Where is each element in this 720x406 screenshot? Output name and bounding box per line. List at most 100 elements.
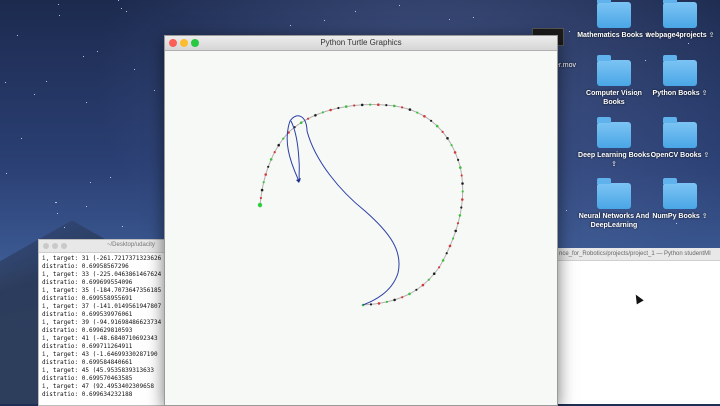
target-point bbox=[262, 181, 265, 184]
turtle-graphics-window[interactable]: Python Turtle Graphics bbox=[164, 35, 558, 406]
target-point bbox=[460, 174, 463, 177]
target-point bbox=[408, 108, 412, 111]
star bbox=[566, 210, 567, 211]
target-point bbox=[456, 222, 460, 225]
terminal-line: i, target: 47 (92.4953402309658 bbox=[42, 383, 154, 390]
target-point bbox=[445, 252, 448, 255]
folder-icon bbox=[597, 178, 631, 209]
close-button[interactable] bbox=[43, 243, 49, 249]
target-point bbox=[450, 144, 453, 147]
star bbox=[122, 226, 123, 227]
desktop-folder-python-books[interactable]: Python Books ⇪ bbox=[641, 55, 719, 98]
star bbox=[688, 43, 689, 44]
target-point bbox=[421, 283, 425, 287]
target-point bbox=[385, 300, 388, 303]
target-point bbox=[459, 166, 462, 169]
terminal-line: distratio: 0.699699554096 bbox=[42, 279, 133, 286]
target-point bbox=[401, 296, 404, 299]
target-point bbox=[401, 106, 404, 109]
terminal-line: distratio: 0.699570463585 bbox=[42, 375, 133, 382]
target-point bbox=[441, 259, 445, 262]
target-point bbox=[460, 206, 463, 209]
terminal-line: distratio: 0.699584840661 bbox=[42, 359, 133, 366]
zoom-button[interactable] bbox=[61, 243, 67, 249]
star bbox=[324, 20, 325, 21]
turtle-cursor-icon bbox=[296, 178, 301, 183]
target-point bbox=[321, 111, 324, 114]
target-point bbox=[264, 173, 267, 176]
target-point bbox=[435, 124, 439, 128]
star bbox=[58, 4, 59, 5]
desktop-folder-webpage4projects[interactable]: webpage4projects ⇪ bbox=[641, 0, 719, 40]
target-point bbox=[454, 229, 458, 233]
folder-icon bbox=[663, 0, 697, 28]
terminal-title: nce_for_Robotics/projects/project_1 — Py… bbox=[557, 248, 720, 261]
target-point bbox=[282, 137, 285, 140]
icloud-icon: ⇪ bbox=[701, 90, 708, 97]
star bbox=[57, 213, 58, 214]
star bbox=[154, 90, 155, 91]
target-point bbox=[377, 302, 381, 305]
target-point bbox=[353, 104, 356, 107]
terminal-window-left[interactable]: ~/Desktop/udacity i, target: 31 (-261.72… bbox=[38, 239, 168, 406]
target-point bbox=[277, 143, 280, 147]
target-point bbox=[438, 266, 441, 269]
target-point bbox=[416, 111, 419, 114]
icloud-icon: ⇪ bbox=[708, 32, 715, 39]
target-point bbox=[369, 303, 373, 306]
minimize-button[interactable] bbox=[52, 243, 58, 249]
star bbox=[46, 81, 47, 82]
star bbox=[56, 202, 57, 203]
terminal-line: i, target: 43 (-1.64699330287190 bbox=[42, 351, 158, 358]
target-point bbox=[385, 104, 388, 107]
target-point bbox=[427, 278, 430, 281]
target-point bbox=[259, 196, 262, 200]
star bbox=[21, 138, 22, 139]
star bbox=[126, 11, 127, 12]
turtle-canvas[interactable] bbox=[165, 51, 557, 405]
window-titlebar[interactable]: Python Turtle Graphics bbox=[165, 36, 557, 51]
target-point bbox=[393, 298, 396, 302]
folder-icon bbox=[663, 117, 697, 148]
star bbox=[355, 11, 356, 12]
desktop-folder-numpy-books[interactable]: NumPy Books ⇪ bbox=[641, 178, 719, 221]
terminal-titlebar[interactable]: ~/Desktop/udacity bbox=[39, 240, 167, 253]
target-point bbox=[453, 151, 457, 154]
target-point bbox=[458, 214, 462, 217]
target-point bbox=[430, 119, 433, 122]
terminal-line: i, target: 45 (45.9535839313633 bbox=[42, 367, 154, 374]
target-point bbox=[461, 190, 464, 193]
star bbox=[83, 56, 84, 57]
target-point bbox=[408, 292, 411, 296]
target-point bbox=[393, 104, 396, 108]
desktop-folder-opencv-books[interactable]: OpenCV Books ⇪ bbox=[641, 117, 719, 160]
target-points bbox=[258, 103, 464, 307]
star bbox=[59, 15, 60, 16]
star bbox=[64, 227, 65, 228]
terminal-line: distratio: 0.69958567296 bbox=[42, 263, 129, 270]
star bbox=[290, 25, 291, 26]
star bbox=[399, 5, 400, 6]
star bbox=[34, 94, 35, 95]
icloud-icon: ⇪ bbox=[611, 161, 617, 168]
star bbox=[97, 51, 98, 52]
target-point bbox=[314, 114, 317, 117]
terminal-output: i, target: 31 (-261.7217371323626 distrat… bbox=[39, 253, 167, 401]
star bbox=[449, 19, 450, 20]
target-point bbox=[329, 108, 332, 112]
folder-icon bbox=[663, 55, 697, 86]
target-point bbox=[423, 115, 426, 118]
terminal-line: i, target: 35 (-184.7073647356185 bbox=[42, 287, 162, 294]
target-point bbox=[448, 244, 452, 248]
terminal-title: ~/Desktop/udacity bbox=[107, 242, 155, 248]
target-point bbox=[461, 182, 464, 185]
hunter-trajectory bbox=[286, 115, 400, 306]
target-point bbox=[269, 158, 273, 161]
terminal-window-right[interactable]: nce_for_Robotics/projects/project_1 — Py… bbox=[556, 248, 720, 404]
folder-icon bbox=[597, 0, 631, 28]
star bbox=[90, 182, 91, 183]
target-point bbox=[307, 117, 310, 120]
start-marker bbox=[257, 202, 263, 208]
terminal-line: distratio: 0.699539976061 bbox=[42, 311, 133, 318]
star bbox=[676, 223, 677, 224]
